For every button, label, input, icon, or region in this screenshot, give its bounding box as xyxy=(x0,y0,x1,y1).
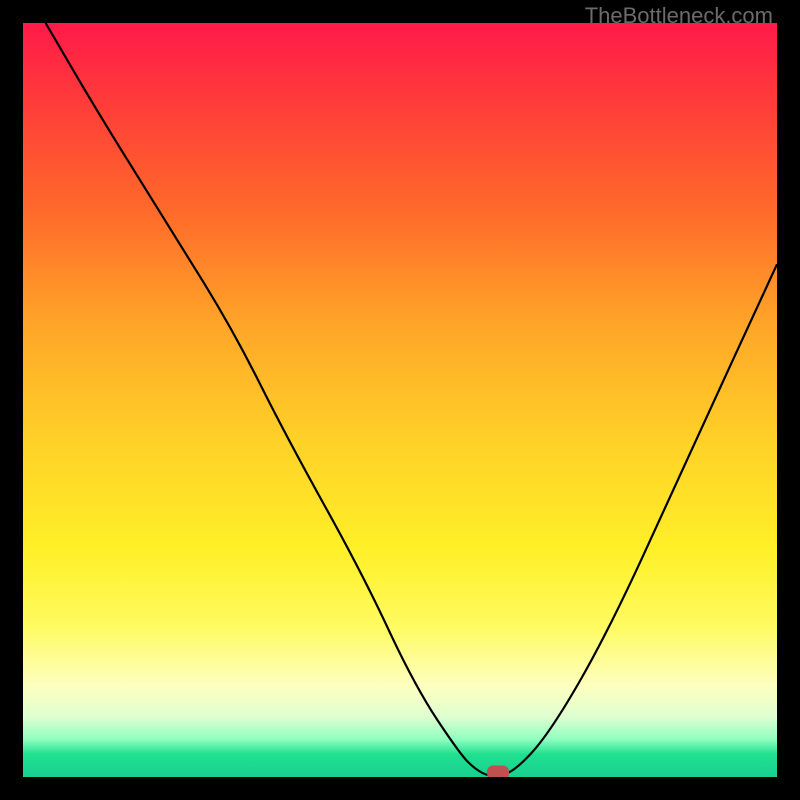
optimal-marker xyxy=(487,766,509,778)
plot-svg xyxy=(23,23,777,777)
attribution-label: TheBottleneck.com xyxy=(585,3,773,29)
chart-frame: TheBottleneck.com xyxy=(0,0,800,800)
bottleneck-curve xyxy=(46,23,777,776)
plot-area xyxy=(23,23,777,777)
